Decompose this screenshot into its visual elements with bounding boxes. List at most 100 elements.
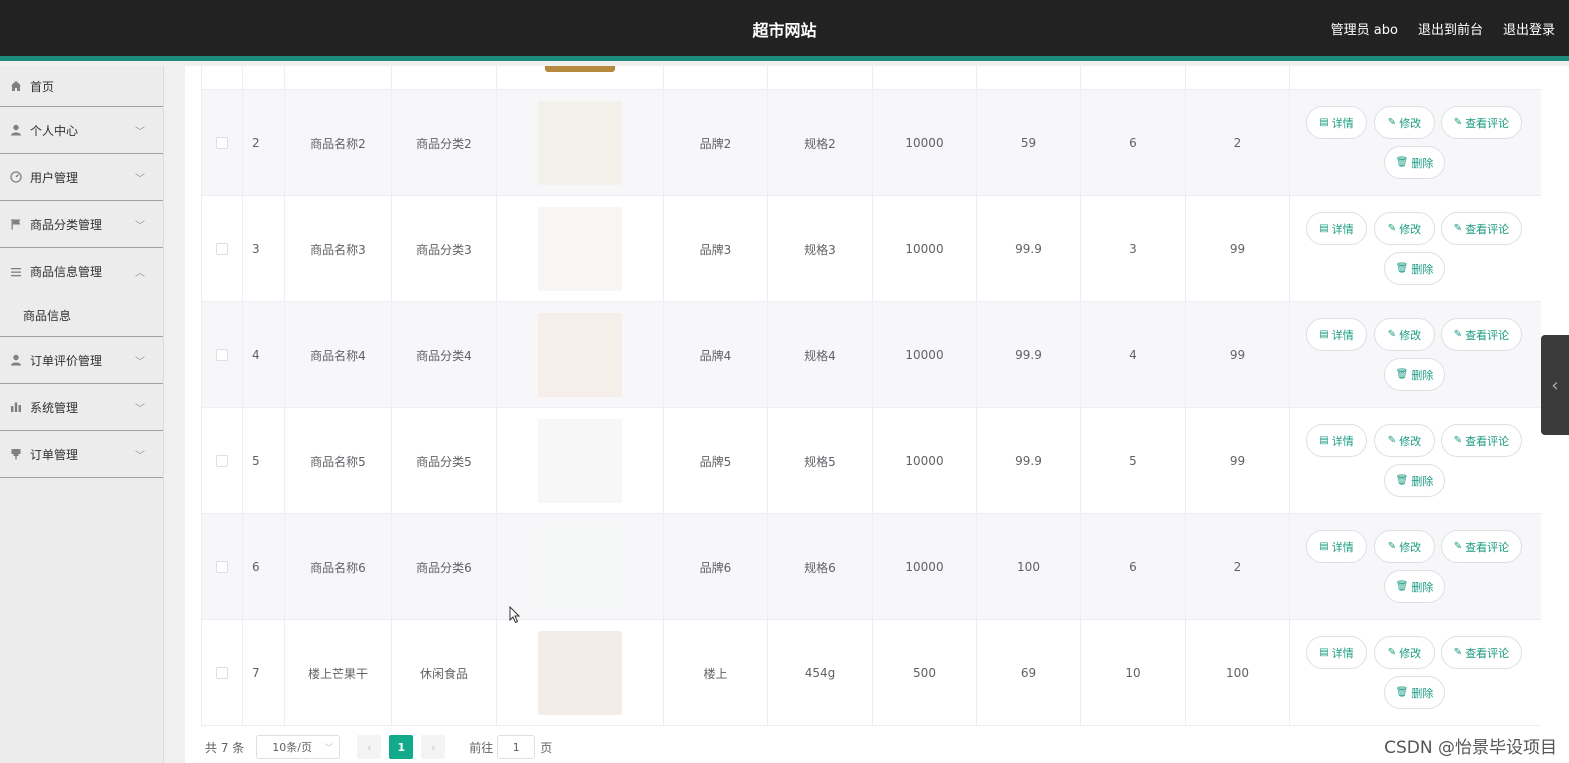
- list-icon: [10, 266, 22, 278]
- cell-id-text: 7: [252, 666, 260, 680]
- cell-id: 2: [243, 90, 285, 196]
- sidebar-item-order-review-management[interactable]: 订单评价管理 ﹀: [0, 337, 163, 384]
- admin-user-link[interactable]: 管理员 abo: [1331, 19, 1398, 38]
- edit-button[interactable]: ✎ 修改: [1374, 318, 1435, 351]
- cell-name: 商品名称5: [285, 408, 392, 514]
- cell-col9-text: 4: [1129, 348, 1137, 362]
- image-cell: [497, 514, 664, 620]
- cell-col9: 4: [1081, 302, 1186, 408]
- header-links: 管理员 abo 退出到前台 退出登录: [1331, 19, 1555, 38]
- detail-button[interactable]: ▤ 详情: [1306, 212, 1367, 245]
- cell-id-text: 6: [252, 560, 260, 574]
- cell-id: 3: [243, 196, 285, 302]
- view-comments-button[interactable]: ✎ 查看评论: [1441, 424, 1522, 457]
- edit-button[interactable]: ✎ 修改: [1374, 212, 1435, 245]
- view-comments-button[interactable]: ✎ 查看评论: [1441, 212, 1522, 245]
- trash-icon: 🗑: [1395, 581, 1409, 592]
- prev-page-button[interactable]: ‹: [357, 735, 382, 759]
- cell-col9-text: 5: [1129, 454, 1137, 468]
- view-comments-button[interactable]: ✎ 查看评论: [1441, 530, 1522, 563]
- cell-col10-text: 99: [1229, 348, 1246, 362]
- view-comments-button[interactable]: ✎ 查看评论: [1441, 106, 1522, 139]
- view-comments-button[interactable]: ✎ 查看评论: [1441, 318, 1522, 351]
- cell-col10: 99: [1186, 302, 1290, 408]
- edit-button[interactable]: ✎ 修改: [1374, 530, 1435, 563]
- side-panel-toggle[interactable]: ‹: [1541, 335, 1569, 435]
- cell-col10: 100: [1186, 620, 1290, 726]
- sidebar-item-home[interactable]: 首页: [0, 66, 163, 107]
- edit-button[interactable]: ✎ 修改: [1374, 636, 1435, 669]
- document-icon: ▤: [1319, 329, 1329, 340]
- delete-button[interactable]: 🗑 删除: [1384, 358, 1445, 391]
- delete-button[interactable]: 🗑 删除: [1384, 464, 1445, 497]
- row-checkbox[interactable]: [216, 455, 228, 467]
- image-cell: [497, 620, 664, 726]
- cell-brand: 楼上: [664, 620, 768, 726]
- edit-button[interactable]: ✎ 修改: [1374, 106, 1435, 139]
- edit-button[interactable]: ✎ 修改: [1374, 424, 1435, 457]
- detail-button[interactable]: ▤ 详情: [1306, 106, 1367, 139]
- delete-button[interactable]: 🗑 删除: [1384, 146, 1445, 179]
- view-comments-button[interactable]: ✎ 查看评论: [1441, 636, 1522, 669]
- cell-spec-text: 规格3: [804, 242, 836, 257]
- document-icon: ▤: [1319, 435, 1329, 446]
- cell-price-text: 59: [1020, 136, 1037, 150]
- sidebar-item-order-management[interactable]: 订单管理 ﹀: [0, 431, 163, 478]
- image-cell: [497, 408, 664, 514]
- checkbox-cell: [201, 620, 243, 726]
- back-to-front-link[interactable]: 退出到前台: [1418, 19, 1483, 38]
- next-page-button[interactable]: ›: [421, 735, 446, 759]
- cell-price: 99.9: [977, 408, 1081, 514]
- cell-name: 商品名称6: [285, 514, 392, 620]
- cell-spec: 规格5: [768, 408, 873, 514]
- cell-category: 商品分类5: [392, 408, 497, 514]
- detail-button[interactable]: ▤ 详情: [1306, 424, 1367, 457]
- cell-name-text: 商品名称4: [310, 348, 366, 363]
- operations-cell: ▤ 详情 ✎ 修改 ✎ 查看评论 🗑 删除: [1289, 514, 1541, 620]
- row-checkbox[interactable]: [216, 561, 228, 573]
- detail-button-label: 详情: [1331, 328, 1354, 342]
- sidebar-item-system-management[interactable]: 系统管理 ﹀: [0, 384, 163, 431]
- goto-page-input[interactable]: 1: [497, 735, 536, 759]
- watermark: CSDN @怡景毕设项目: [1384, 738, 1557, 758]
- row-checkbox[interactable]: [216, 137, 228, 149]
- delete-button[interactable]: 🗑 删除: [1384, 676, 1445, 709]
- cell-col10: 99: [1186, 408, 1290, 514]
- cell-spec: 规格4: [768, 302, 873, 408]
- page-number-button[interactable]: 1: [389, 735, 414, 759]
- detail-button[interactable]: ▤ 详情: [1306, 318, 1367, 351]
- delete-button[interactable]: 🗑 删除: [1384, 570, 1445, 603]
- delete-button-label: 删除: [1411, 580, 1434, 594]
- cell-col9-text: 3: [1129, 242, 1137, 256]
- chevron-down-icon: ﹀: [135, 357, 145, 368]
- detail-button[interactable]: ▤ 详情: [1306, 530, 1367, 563]
- sidebar-item-user-management[interactable]: 用户管理 ﹀: [0, 154, 163, 201]
- cell-col10-text: 2: [1233, 560, 1242, 574]
- chevron-down-icon: ﹀: [135, 221, 145, 232]
- detail-button[interactable]: ▤ 详情: [1306, 636, 1367, 669]
- edit-button-label: 修改: [1399, 116, 1422, 130]
- trash-icon: 🗑: [1395, 157, 1409, 168]
- sidebar-subitem-product-info[interactable]: 商品信息: [0, 295, 163, 337]
- cell-col9-text: 10: [1125, 666, 1141, 680]
- cell-price-text: 100: [1017, 560, 1040, 574]
- delete-button[interactable]: 🗑 删除: [1384, 252, 1445, 285]
- pin-icon: [10, 448, 22, 460]
- logout-link[interactable]: 退出登录: [1503, 19, 1555, 38]
- sidebar-item-personal-center[interactable]: 个人中心 ﹀: [0, 107, 163, 154]
- mouse-cursor-icon: [509, 606, 521, 624]
- sidebar-item-category-management[interactable]: 商品分类管理 ﹀: [0, 201, 163, 248]
- cell-brand-text: 楼上: [703, 666, 728, 681]
- cell-name: 商品名称3: [285, 196, 392, 302]
- table-row: 6 商品名称6 商品分类6 品牌6 规格6 10000 100 6 2 ▤ 详情 ✎ 修改 ✎ 查看评论 🗑 删…: [201, 514, 1541, 620]
- row-checkbox[interactable]: [216, 243, 228, 255]
- sidebar-item-product-management[interactable]: 商品信息管理 ︿: [0, 248, 163, 295]
- cell-spec-text: 规格4: [804, 348, 836, 363]
- row-checkbox[interactable]: [216, 667, 228, 679]
- page-size-select[interactable]: 10条/页 ﹀: [256, 735, 341, 759]
- sidebar-item-label: 首页: [30, 79, 55, 94]
- chevron-up-icon: ︿: [135, 268, 145, 279]
- operations-cell: ▤ 详情 ✎ 修改 ✎ 查看评论 🗑 删除: [1289, 90, 1541, 196]
- cell-spec: 规格2: [768, 90, 873, 196]
- row-checkbox[interactable]: [216, 349, 228, 361]
